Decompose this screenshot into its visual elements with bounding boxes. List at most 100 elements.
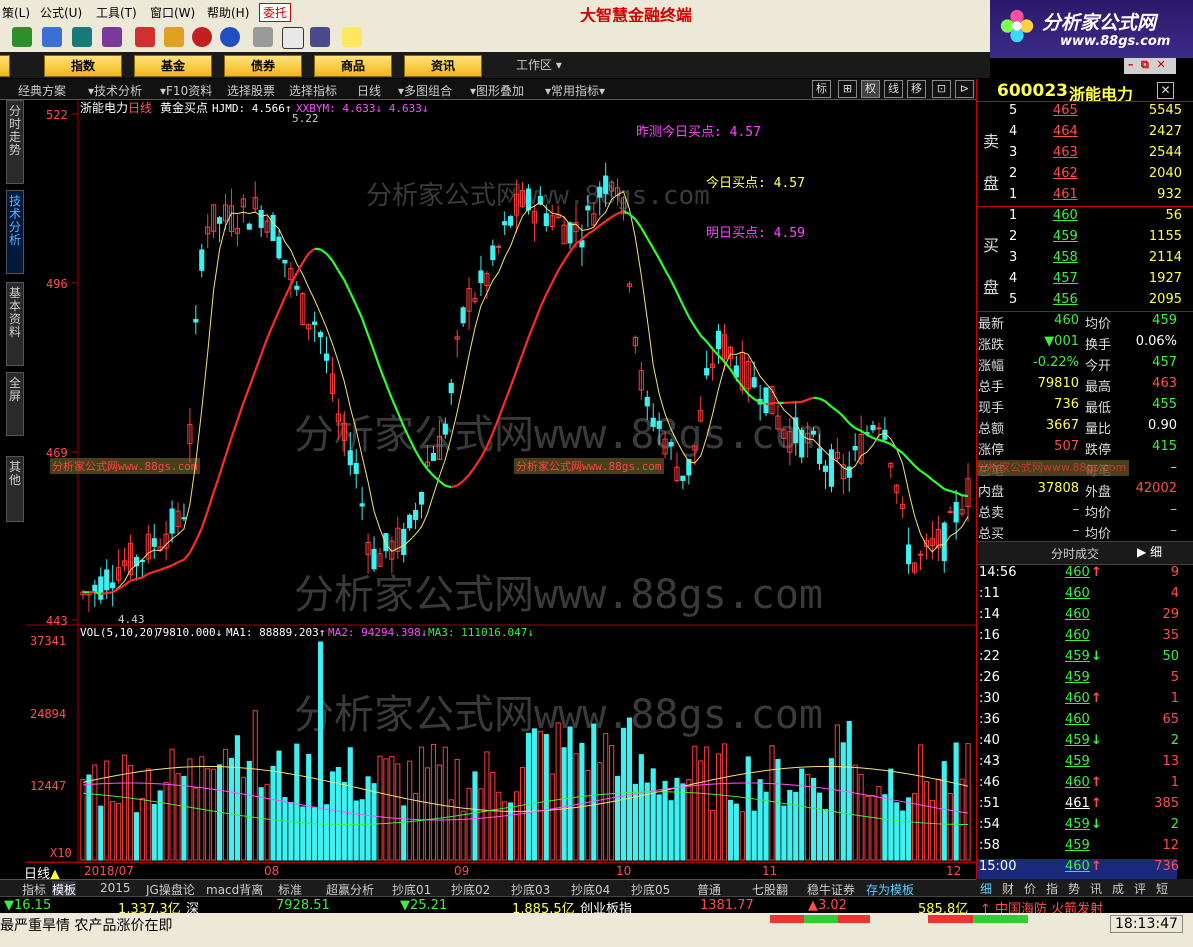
tick-row[interactable]: 15:00 460 ↑ 736 xyxy=(977,859,1179,879)
tick-row[interactable]: :22 459 ↓ 50 xyxy=(977,649,1179,669)
tick-row[interactable]: :43 459 13 xyxy=(977,754,1179,774)
volume-bar xyxy=(787,789,793,861)
stat-value: 42002 xyxy=(1135,481,1177,496)
side-tab-other[interactable]: 其他 xyxy=(6,456,24,522)
tick-row[interactable]: :51 461 ↑ 385 xyxy=(977,796,1179,816)
tick-row[interactable]: :26 459 5 xyxy=(977,670,1179,690)
toolbar-help-cursor-icon[interactable] xyxy=(342,27,362,47)
volume-bar xyxy=(680,783,686,861)
menu-window[interactable]: 窗口(W) xyxy=(150,4,195,21)
news-headline-1[interactable]: 最严重旱情 农产品涨价在即 xyxy=(0,915,172,935)
tick-row[interactable]: :16 460 35 xyxy=(977,628,1179,648)
tick-row[interactable]: :36 460 65 xyxy=(977,712,1179,732)
common-indicator-menu[interactable]: ▾常用指标▾ xyxy=(545,82,605,99)
toolbar-link-icon[interactable] xyxy=(220,27,240,47)
toolbar-window-icon[interactable] xyxy=(282,27,304,49)
nav-button-fund[interactable]: 基金 xyxy=(134,55,212,77)
quote-tab[interactable]: 成 xyxy=(1112,880,1124,897)
bid-row[interactable]: 4 457 1927 xyxy=(977,271,1182,291)
tick-row[interactable]: :11 460 4 xyxy=(977,586,1179,606)
tab-2015[interactable]: 2015 xyxy=(100,881,131,895)
nav-button-stock[interactable]: 股 xyxy=(0,55,10,77)
select-stock-menu[interactable]: 选择股票 xyxy=(227,82,275,99)
toolbar-diamond-icon[interactable] xyxy=(164,27,184,47)
xxbym-line-segment xyxy=(314,247,321,251)
bid-row[interactable]: 2 459 1155 xyxy=(977,229,1182,249)
tick-time: :51 xyxy=(979,796,1000,811)
menu-formula[interactable]: 公式(U) xyxy=(40,4,82,21)
tick-row[interactable]: :46 460 ↑ 1 xyxy=(977,775,1179,795)
toolbar-quote-icon[interactable] xyxy=(12,27,32,47)
ask-row[interactable]: 5 465 5545 xyxy=(977,103,1182,123)
toolbar-binocular-icon[interactable] xyxy=(72,27,92,47)
bid-row[interactable]: 1 460 56 xyxy=(977,208,1182,228)
move-button[interactable]: 移 xyxy=(907,80,926,98)
close-icon[interactable]: ✕ xyxy=(1157,82,1174,99)
kline-chart[interactable]: 522 496 469 443 37341 24894 12447 X10 浙能… xyxy=(26,100,976,862)
window-button[interactable]: ⊡ xyxy=(932,80,951,98)
select-indicator-menu[interactable]: 选择指标 xyxy=(289,82,337,99)
menu-tools[interactable]: 工具(T) xyxy=(96,4,137,21)
toolbar-print-icon[interactable] xyxy=(253,27,273,47)
workarea-label[interactable]: 工作区 ▾ xyxy=(516,56,562,73)
stat-label: 内盘 xyxy=(978,485,1005,500)
volume-bar xyxy=(632,783,638,861)
tick-row[interactable]: :58 459 12 xyxy=(977,838,1179,858)
toolbar-chart-icon[interactable] xyxy=(42,27,62,47)
side-tab-tech[interactable]: 技术分析 xyxy=(6,190,24,274)
rights-button[interactable]: 权 xyxy=(861,80,880,98)
quote-tab[interactable]: 指 xyxy=(1046,880,1058,897)
period-menu[interactable]: 日线 xyxy=(357,82,381,99)
toolbar-tools-icon[interactable] xyxy=(102,27,122,47)
ask-row[interactable]: 2 462 2040 xyxy=(977,166,1182,186)
quote-tab[interactable]: 价 xyxy=(1024,880,1036,897)
nav-button-commodity[interactable]: 商品 xyxy=(314,55,392,77)
candle-body xyxy=(603,175,609,194)
tick-detail-button[interactable]: ▶ 细 xyxy=(1137,543,1162,560)
ask-row[interactable]: 1 461 932 xyxy=(977,187,1182,207)
line-button[interactable]: 线 xyxy=(884,80,903,98)
ask-row[interactable]: 3 463 2544 xyxy=(977,145,1182,165)
tick-row[interactable]: :40 459 ↓ 2 xyxy=(977,733,1179,753)
nav-button-bond[interactable]: 债券 xyxy=(224,55,302,77)
menu-entrust[interactable]: 委托 xyxy=(259,3,292,22)
tick-row[interactable]: :30 460 ↑ 1 xyxy=(977,691,1179,711)
bid-row[interactable]: 3 458 2114 xyxy=(977,250,1182,270)
candle-body xyxy=(751,377,757,388)
tick-row[interactable]: 14:56 460 ↑ 9 xyxy=(977,565,1179,585)
menu-help[interactable]: 帮助(H) xyxy=(207,4,249,21)
quote-tab[interactable]: 讯 xyxy=(1090,880,1102,897)
nav-button-news[interactable]: 资讯 xyxy=(404,55,482,77)
quote-tab[interactable]: 势 xyxy=(1068,880,1080,897)
ask-row[interactable]: 4 464 2427 xyxy=(977,124,1182,144)
window-controls[interactable]: – ⧉ ✕ xyxy=(1124,58,1176,74)
f10-menu[interactable]: ▾F10资料 xyxy=(160,82,212,99)
quote-tab[interactable]: 细 xyxy=(980,880,992,897)
tick-row[interactable]: :14 460 29 xyxy=(977,607,1179,627)
side-tab-fullscreen[interactable]: 全屏 xyxy=(6,372,24,436)
grid-button[interactable]: ⊞ xyxy=(838,80,857,98)
nav-button-index[interactable]: 指数 xyxy=(44,55,122,77)
next-button[interactable]: ⊳ xyxy=(955,80,974,98)
scheme-menu[interactable]: 经典方案 xyxy=(18,82,66,99)
candle-body xyxy=(199,249,205,271)
toolbar-pen-icon[interactable] xyxy=(192,27,212,47)
mark-button[interactable]: 标 xyxy=(812,80,831,98)
quote-tab[interactable]: 评 xyxy=(1134,880,1146,897)
toolbar-alert-icon[interactable] xyxy=(135,27,155,47)
overlay-menu[interactable]: ▾图形叠加 xyxy=(470,82,524,99)
xxbym-line-segment xyxy=(100,592,107,596)
multi-chart-menu[interactable]: ▾多图组合 xyxy=(398,82,452,99)
bid-row[interactable]: 5 456 2095 xyxy=(977,292,1182,312)
stat-row: 内盘 37808 外盘 42002 xyxy=(977,481,1193,501)
tech-analysis-menu[interactable]: ▾技术分析 xyxy=(88,82,142,99)
side-tab-fundamentals[interactable]: 基本资料 xyxy=(6,282,24,366)
menu-policy[interactable]: 策(L) xyxy=(2,4,30,21)
vol-ma2: MA2: 94294.398↓ xyxy=(328,626,427,639)
ask-level: 2 xyxy=(1009,166,1018,181)
tick-row[interactable]: :54 459 ↓ 2 xyxy=(977,817,1179,837)
quote-tab[interactable]: 财 xyxy=(1002,880,1014,897)
quote-tab[interactable]: 短 xyxy=(1156,880,1168,897)
side-tab-timeshare[interactable]: 分时走势 xyxy=(6,100,24,184)
toolbar-books-icon[interactable] xyxy=(310,27,330,47)
